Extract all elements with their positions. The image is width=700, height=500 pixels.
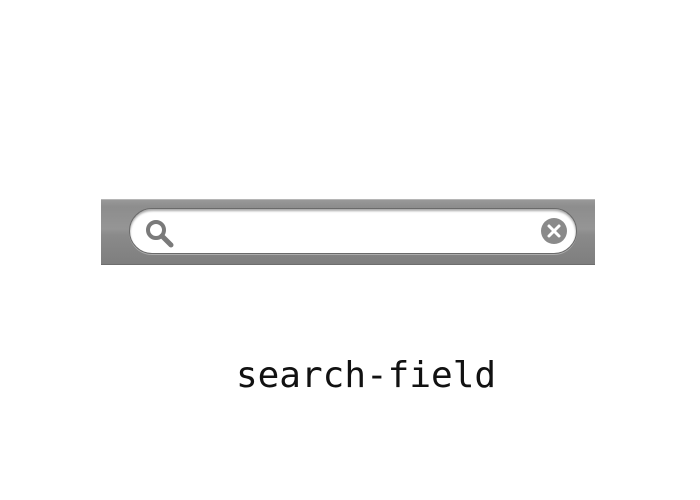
clear-icon[interactable] (540, 217, 568, 245)
search-field[interactable] (129, 208, 577, 254)
caption-label: search-field (235, 355, 497, 396)
search-bar (101, 199, 595, 265)
search-input[interactable] (182, 215, 522, 247)
search-icon (146, 220, 174, 248)
